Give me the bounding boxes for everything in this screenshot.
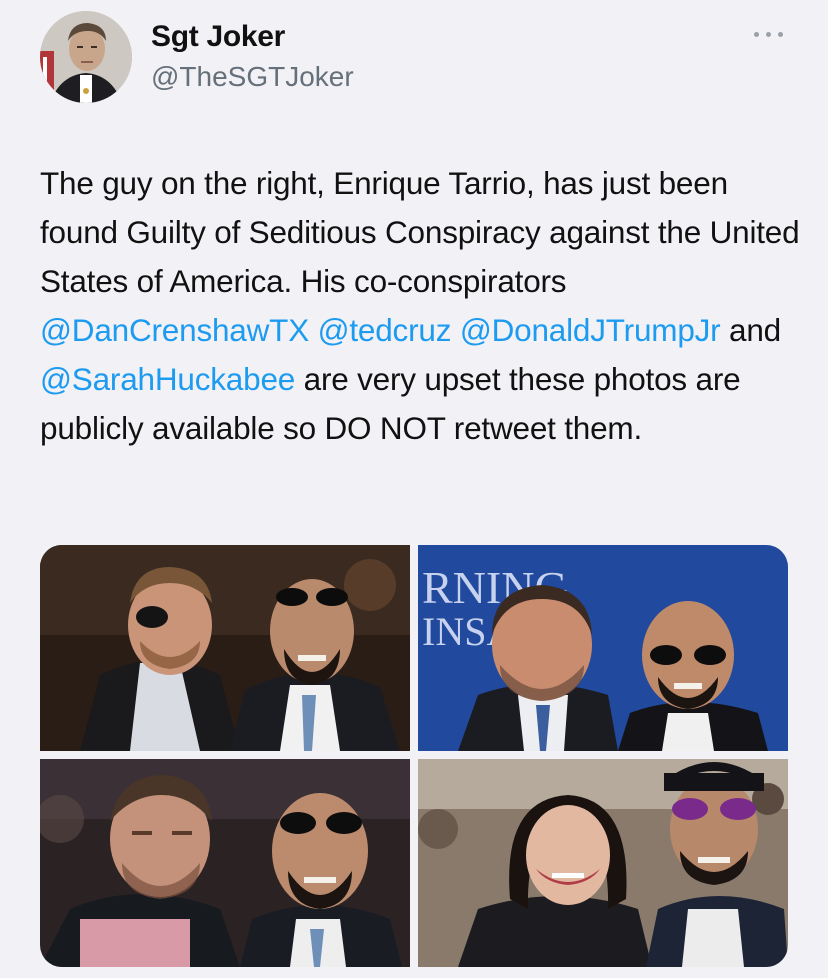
photo-1[interactable] (40, 545, 410, 751)
mention-sarahhuckabee[interactable]: @SarahHuckabee (40, 361, 295, 397)
author-name[interactable]: Sgt Joker (151, 20, 285, 54)
photo-4[interactable] (418, 759, 788, 967)
tweet-text-and: and (720, 312, 781, 348)
photo-3[interactable] (40, 759, 410, 967)
mention-donaldjtrumpjr[interactable]: @DonaldJTrumpJr (460, 312, 721, 348)
author-handle[interactable]: @TheSGTJoker (151, 61, 354, 93)
mention-dancrenshawtx[interactable]: @DanCrenshawTX (40, 312, 309, 348)
mention-tedcruz[interactable]: @tedcruz (318, 312, 452, 348)
tweet-text-part-1: The guy on the right, Enrique Tarrio, ha… (40, 165, 800, 299)
more-options-icon[interactable] (752, 24, 786, 44)
media-grid: RNING INSA (40, 545, 788, 967)
author-avatar[interactable] (40, 11, 132, 103)
photo-2[interactable]: RNING INSA (418, 545, 788, 751)
tweet-text: The guy on the right, Enrique Tarrio, ha… (40, 159, 800, 453)
